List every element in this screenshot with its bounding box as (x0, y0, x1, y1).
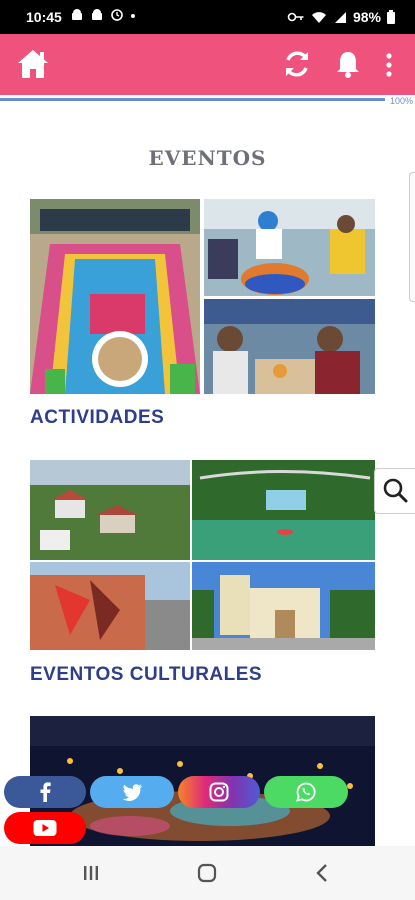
search-button[interactable] (374, 468, 415, 514)
page-title: EVENTOS (148, 146, 267, 170)
instagram-button[interactable] (178, 776, 260, 808)
android-icon (92, 9, 102, 20)
recent-apps-icon[interactable] (82, 864, 100, 882)
page-progress-bar (0, 98, 385, 101)
actividades-collage-image[interactable] (30, 199, 375, 394)
dot-icon (131, 14, 135, 18)
youtube-icon (33, 820, 57, 836)
bell-icon[interactable] (336, 50, 360, 78)
more-vert-icon[interactable] (384, 52, 394, 78)
eventos-culturales-collage-image[interactable] (30, 460, 375, 650)
key-icon (287, 12, 304, 22)
battery-icon (387, 10, 395, 24)
side-scroll-handle[interactable] (409, 172, 415, 302)
section-label-actividades[interactable]: ACTIVIDADES (30, 407, 164, 429)
search-icon (383, 478, 408, 503)
home-icon[interactable] (16, 48, 50, 80)
notification-icons (70, 8, 136, 22)
signal-icon (334, 11, 346, 23)
app-bar (0, 34, 415, 95)
android-icon (72, 9, 82, 20)
twitter-icon (122, 783, 142, 801)
battery-percent: 98% (352, 9, 381, 25)
system-navigation-bar (0, 846, 415, 900)
progress-label: 100% (389, 96, 413, 106)
facebook-button[interactable] (4, 776, 86, 808)
back-nav-icon[interactable] (315, 863, 329, 883)
wifi-icon (311, 11, 326, 23)
whatsapp-button[interactable] (264, 776, 348, 808)
refresh-icon[interactable] (282, 49, 312, 79)
home-nav-icon[interactable] (197, 863, 217, 883)
whatsapp-icon (296, 782, 316, 802)
twitter-button[interactable] (90, 776, 174, 808)
system-icons: 98% (287, 9, 395, 25)
youtube-button[interactable] (4, 812, 86, 844)
facebook-icon (40, 782, 51, 802)
section-label-eventos-culturales[interactable]: EVENTOS CULTURALES (30, 664, 262, 686)
status-bar: 10:45 98% (0, 0, 415, 34)
alarm-icon (111, 9, 123, 21)
status-time: 10:45 (26, 9, 62, 25)
instagram-icon (209, 782, 229, 802)
